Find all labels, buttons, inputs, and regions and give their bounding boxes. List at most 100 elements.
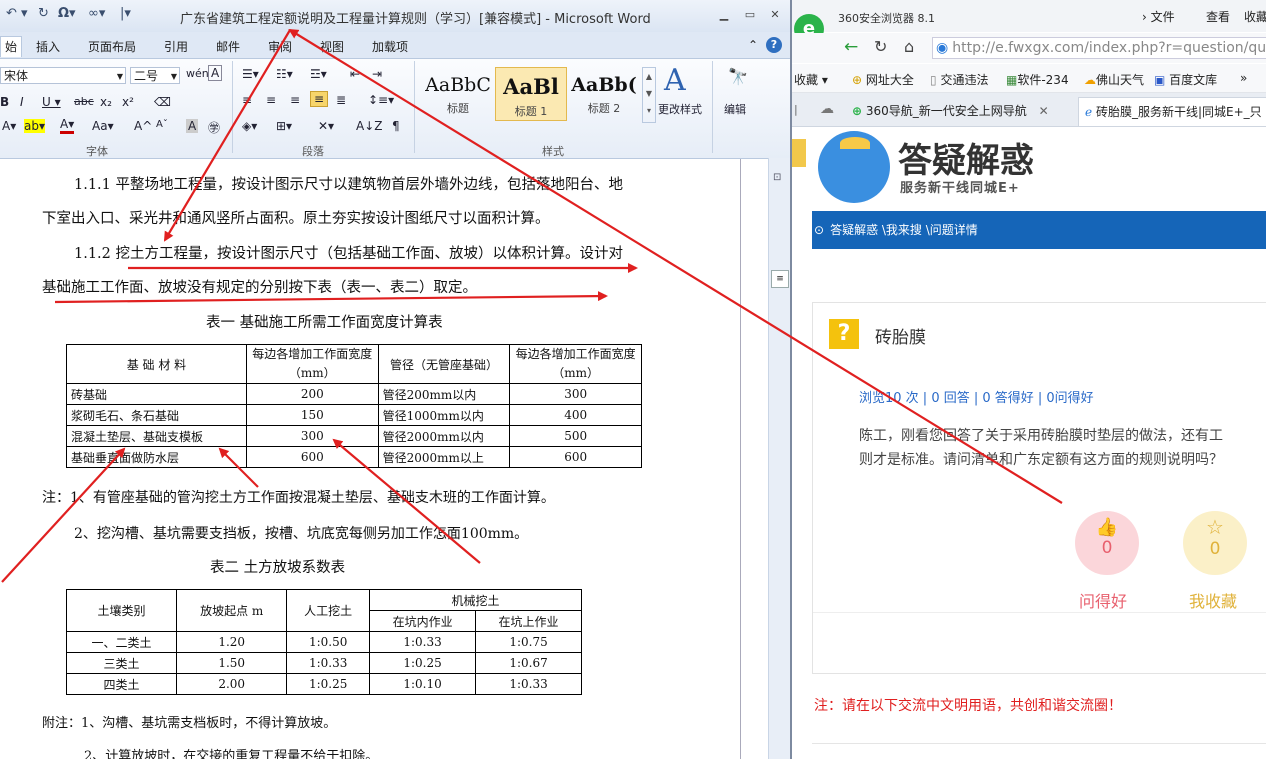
tab-mailings[interactable]: 邮件 [216,38,240,55]
fav-link-label: 网址大全 [865,73,914,87]
align-center-icon[interactable]: ≡ [266,93,276,107]
text-effect-icon[interactable]: A▾ [2,119,16,133]
side-tab[interactable] [792,139,806,167]
superscript-icon[interactable]: x² [122,95,134,109]
help-icon[interactable]: ? [766,37,782,53]
chinese-layout-icon[interactable]: ✕▾ [318,119,334,133]
find-icon[interactable]: 🔭 [728,67,748,86]
distributed-icon[interactable]: ≣ [336,93,346,107]
menu-file-label: 文件 [1150,10,1175,24]
symbol-icon[interactable]: Ω▾ [58,6,76,21]
justify-icon[interactable]: ≡ [310,91,329,107]
home-icon[interactable]: ⌂ [904,37,914,56]
decrease-indent-icon[interactable]: ⇤ [350,67,360,81]
view-ruler-icon[interactable]: ⊡ [773,172,781,183]
bold-icon[interactable]: B [0,95,9,109]
align-left-icon[interactable]: ≡ [242,93,252,107]
table-cell: 1:0.50 [286,631,371,653]
fav-link-3[interactable]: ▦软件-234 [1006,71,1069,88]
char-shading-icon[interactable]: A [186,119,199,133]
software-icon: ▦ [1006,73,1018,87]
multilevel-list-icon[interactable]: ☲▾ [310,67,327,81]
borders-icon[interactable]: ⊞▾ [276,119,292,133]
redo-icon[interactable]: ↻ [38,6,49,21]
line-spacing-icon[interactable]: ↕≡▾ [368,93,394,107]
table-cell: 1:0.10 [369,673,477,695]
sort-icon[interactable]: A↓Z [356,119,382,133]
tab-insert[interactable]: 插入 [36,38,60,55]
grow-font-icon[interactable]: A^ [134,119,152,133]
font-name-combo[interactable]: 宋体 ▼ [0,67,126,84]
shading-icon[interactable]: ◈▾ [242,119,257,133]
refresh-icon[interactable]: ↻ [874,37,887,56]
fav-link-1[interactable]: ⊕ 网址大全 [852,71,914,88]
group-label-font: 字体 [86,145,108,158]
equation-icon[interactable]: ∞▾ [88,6,105,21]
good-question-button[interactable]: 👍 0 [1075,511,1139,575]
change-case-icon[interactable]: Aa▾ [92,119,114,133]
numbering-icon[interactable]: ☷▾ [276,67,293,81]
menu-favorites[interactable]: 收藏 [1244,8,1266,25]
font-size-combo[interactable]: 二号 ▼ [130,67,180,84]
show-marks-icon[interactable]: ¶ [392,119,400,133]
favorites-button[interactable]: 收藏 ▾ [794,71,828,88]
more-favorites-icon[interactable]: » [1240,71,1247,85]
table-header-cell: 每边各增加工作面宽度（mm） [509,344,642,384]
tab-review[interactable]: 审阅 [268,38,292,55]
styles-scroll[interactable]: ▲ ▼ ▾ [642,67,656,123]
tab-references[interactable]: 引用 [164,38,188,55]
enclose-char-icon[interactable]: ㊫ [208,119,220,136]
clear-format-icon[interactable]: ⌫ [154,95,171,109]
table-header-row: 土壤类别 放坡起点 m 人工挖土 机械挖土 [65,589,582,632]
favorite-button[interactable]: ☆ 0 [1183,511,1247,575]
strikethrough-icon[interactable]: abc [74,95,94,108]
url-input[interactable]: ◉ http://e.fwxgx.com/index.php?r=question… [932,37,1266,59]
tab-addins[interactable]: 加载项 [372,38,408,55]
style-heading-2[interactable]: AaBb( 标题 2 [568,67,640,121]
back-icon[interactable]: ← [844,37,858,57]
word-window-title: 广东省建筑工程定额说明及工程量计算规则（学习）[兼容模式] - Microsof… [180,12,651,27]
underline-icon[interactable]: U ▾ [42,95,61,109]
fav-link-2[interactable]: ▯ 交通违法 [930,71,988,88]
mascot-hat [840,137,870,149]
fav-link-5[interactable]: ▣ 百度文库 [1154,71,1217,88]
undo-icon[interactable]: ↶ ▾ [6,6,28,21]
align-right-icon[interactable]: ≡ [290,93,300,107]
tab-close-icon[interactable]: ✕ [1039,104,1049,118]
tab-view[interactable]: 视图 [320,38,344,55]
change-styles-icon[interactable]: A [664,63,686,98]
subscript-icon[interactable]: x₂ [100,95,112,109]
close-button[interactable]: ✕ [767,9,783,21]
increase-indent-icon[interactable]: ⇥ [372,67,382,81]
customize-toolbar-icon[interactable]: |▾ [120,6,131,21]
table-cell: 200 [245,383,379,405]
breadcrumb[interactable]: 答疑解惑 \我来搜 \问题详情 [830,223,978,237]
menu-view[interactable]: 查看 [1206,8,1230,25]
browser-tab-1[interactable]: ⊕ 360导航_新一代安全上网导航 ✕ [852,97,1074,125]
table-cell: 管径200mm以内 [377,383,511,405]
browser-tab-2[interactable]: ℯ 砖胎膜_服务新干线|同城E+_只 [1078,97,1266,126]
char-border-icon[interactable]: A [208,65,223,81]
cloud-icon[interactable]: ☁ [820,101,834,117]
edit-button[interactable]: 编辑 [724,101,746,117]
italic-icon[interactable]: I [20,95,24,109]
shrink-font-icon[interactable]: Aˇ [156,119,168,130]
bullets-icon[interactable]: ☰▾ [242,67,259,81]
phonetic-guide-icon[interactable]: wén [186,67,209,80]
menu-file[interactable]: › 文件 [1142,8,1175,25]
style-heading-1[interactable]: AaBl 标题 1 [495,67,567,121]
highlight-icon[interactable]: ab▾ [24,119,45,133]
change-styles-button[interactable]: 更改样式 [658,101,702,117]
font-color-icon[interactable]: A▾ [60,117,75,134]
scrollbar-thumb[interactable]: ≡ [771,270,789,288]
fav-link-4[interactable]: ☁佛山天气 [1084,71,1144,88]
tab-home[interactable]: 始 [0,36,23,57]
tab-page-layout[interactable]: 页面布局 [88,38,136,55]
word-window: ↶ ▾ ↻ Ω▾ ∞▾ |▾ 广东省建筑工程定额说明及工程量计算规则（学习）[兼… [0,0,790,759]
minimize-button[interactable]: ▁ [716,9,732,21]
style-title[interactable]: AaBbC 标题 [422,67,494,121]
maximize-button[interactable]: ▭ [742,9,758,21]
ribbon-collapse-icon[interactable]: ⌃ [748,38,758,52]
browser-tab-label: 360导航_新一代安全上网导航 [865,104,1027,118]
table-cell: 浆砌毛石、条石基础 [66,404,247,426]
